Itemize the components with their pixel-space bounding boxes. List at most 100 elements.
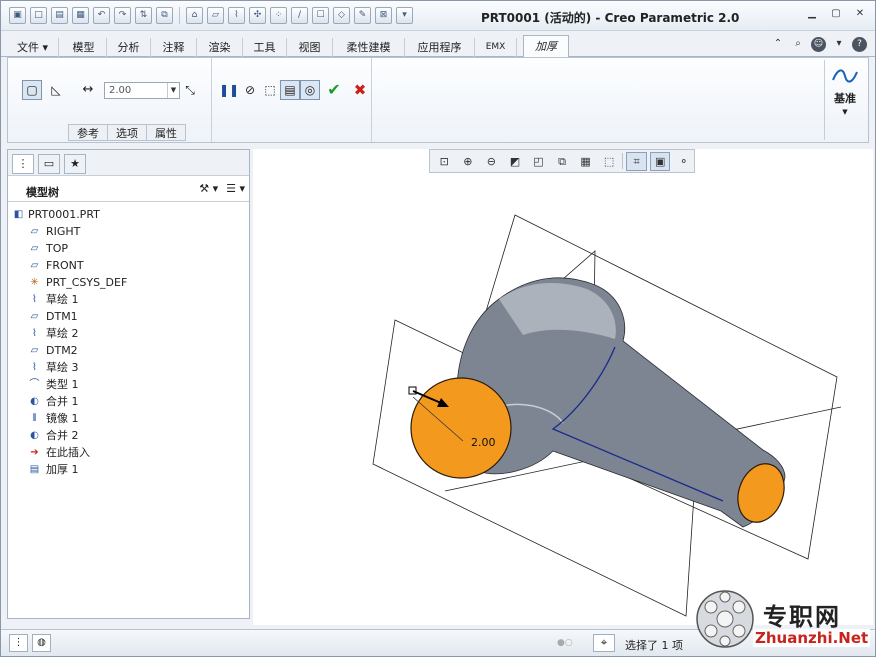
tab-render[interactable]: 渲染 — [197, 38, 243, 57]
sketch-tool-icon[interactable]: ⌇ — [228, 7, 245, 24]
view-manager-icon[interactable]: ▦ — [575, 152, 596, 171]
thickness-dimension-label[interactable]: 2.00 — [471, 436, 496, 449]
tree-item-style-1[interactable]: ⌒ 类型 1 — [8, 376, 249, 393]
tab-view[interactable]: 视图 — [287, 38, 333, 57]
display-style-icon[interactable]: ◰ — [528, 152, 549, 171]
redo-icon[interactable]: ↷ — [114, 7, 131, 24]
tree-item-sketch-3[interactable]: ⌇ 草绘 3 — [8, 359, 249, 376]
annotation-display-icon[interactable]: ▣ — [649, 151, 671, 171]
tree-item-sketch-1[interactable]: ⌇ 草绘 1 — [8, 291, 249, 308]
favorites-tab-icon[interactable]: ★ — [64, 154, 86, 174]
tree-item-csys[interactable]: ✳ PRT_CSYS_DEF — [8, 274, 249, 291]
perspective-icon[interactable]: ⬚ — [599, 152, 620, 171]
tree-item-mirror-1[interactable]: ⫴ 镜像 1 — [8, 410, 249, 427]
open-file-icon[interactable]: ▤ — [51, 7, 68, 24]
saved-views-icon[interactable]: ⧉ — [552, 152, 573, 171]
watermark-ball-logo — [696, 590, 754, 648]
tab-thicken[interactable]: 加厚 — [523, 35, 569, 58]
ok-checkmark-icon[interactable]: ✔ — [324, 80, 344, 100]
shape-tool-icon[interactable]: ◇ — [333, 7, 350, 24]
tree-item-dtm1[interactable]: ▱ DTM1 — [8, 308, 249, 325]
remove-material-icon[interactable]: ◺ — [46, 80, 66, 100]
box-tool-icon[interactable]: ☐ — [312, 7, 329, 24]
subtab-references[interactable]: 参考 — [68, 124, 107, 141]
tree-item-thicken-1[interactable]: ▤ 加厚 1 — [8, 461, 249, 478]
save-icon[interactable]: ▦ — [72, 7, 89, 24]
tree-item-insert-here[interactable]: ➔ 在此插入 — [8, 444, 249, 461]
graphics-window[interactable]: 2.00 — [253, 149, 873, 625]
undo-icon[interactable]: ↶ — [93, 7, 110, 24]
tab-model[interactable]: 模型 — [61, 38, 107, 57]
minimize-icon[interactable]: ▁ — [805, 7, 819, 20]
tab-file[interactable]: 文件 ▾ — [7, 38, 59, 57]
flip-direction-icon[interactable]: ⤡ — [180, 80, 200, 100]
show-navigator-icon[interactable]: ⋮ — [9, 634, 28, 652]
tree-item-part[interactable]: ◧ PRT0001.PRT — [8, 206, 249, 223]
datum-label: 基准 — [834, 92, 856, 105]
no-preview-icon[interactable]: ⊘ — [240, 80, 260, 100]
model-viewport[interactable]: 2.00 — [253, 149, 873, 625]
datum-plane-icon: ▱ — [30, 243, 39, 254]
find-binoculars-icon[interactable]: ⌖ — [593, 634, 615, 652]
tree-item-right[interactable]: ▱ RIGHT — [8, 223, 249, 240]
datum-group[interactable]: 基准 ▼ — [824, 60, 864, 140]
thickness-dropdown-icon[interactable]: ▼ — [167, 83, 179, 98]
collapse-ribbon-icon[interactable]: ⌃ — [771, 37, 785, 50]
tree-item-sketch-2[interactable]: ⌇ 草绘 2 — [8, 325, 249, 342]
repaint-icon[interactable]: ◩ — [505, 152, 526, 171]
tab-emx[interactable]: EMX — [475, 38, 517, 57]
cancel-x-icon[interactable]: ✖ — [350, 80, 370, 100]
connected-preview-icon[interactable]: ▤ — [280, 80, 300, 100]
subtab-options[interactable]: 选项 — [107, 124, 146, 141]
new-file-icon[interactable]: □ — [30, 7, 47, 24]
pause-icon[interactable]: ❚❚ — [218, 80, 239, 100]
navigator-panel: ⋮ ▭ ★ 模型树 ⚒ ▾ ☰ ▾ ◧ PRT0001.PRT ▱ RIGHT ▱ T… — [7, 149, 250, 619]
solid-thicken-icon[interactable]: ▢ — [22, 80, 42, 100]
app-logo-icon[interactable]: ▣ — [9, 7, 26, 24]
mirror-icon: ⫴ — [32, 413, 37, 424]
csys-tool-icon[interactable]: ✣ — [249, 7, 266, 24]
search-icon[interactable]: ⌕ — [791, 37, 805, 50]
model-tree-tab-icon[interactable]: ⋮ — [12, 154, 34, 174]
close-icon[interactable]: ✕ — [853, 7, 867, 20]
separate-preview-icon[interactable]: ⬚ — [260, 80, 280, 100]
tab-analysis[interactable]: 分析 — [107, 38, 151, 57]
browser-icon[interactable]: ◍ — [32, 634, 51, 652]
verify-preview-icon[interactable]: ◎ — [300, 80, 320, 100]
quick-access-toolbar: ▣ □ ▤ ▦ ↶ ↷ ⇅ ⧉ ⌂ ▱ ⌇ ✣ ⁘ ∕ ☐ ◇ ✎ ⊠ ▾ — [9, 7, 413, 24]
folder-browser-tab-icon[interactable]: ▭ — [38, 154, 60, 174]
refit-icon[interactable]: ⊡ — [434, 152, 455, 171]
thickness-input[interactable]: 2.00 ▼ — [104, 82, 180, 99]
point-tool-icon[interactable]: ⁘ — [270, 7, 287, 24]
tree-settings-icon[interactable]: ⚒ ▾ — [199, 182, 218, 195]
tab-applications[interactable]: 应用程序 — [405, 38, 475, 57]
tree-item-merge-1[interactable]: ◐ 合并 1 — [8, 393, 249, 410]
zoom-in-icon[interactable]: ⊕ — [458, 152, 479, 171]
datum-dropdown-icon[interactable]: ▼ — [825, 108, 865, 116]
tree-item-front[interactable]: ▱ FRONT — [8, 257, 249, 274]
chevron-down-icon[interactable]: ▾ — [832, 37, 846, 50]
customize-dropdown-icon[interactable]: ▾ — [396, 7, 413, 24]
zoom-out-icon[interactable]: ⊖ — [481, 152, 502, 171]
plane-icon[interactable]: ▱ — [207, 7, 224, 24]
tree-item-merge-2[interactable]: ◐ 合并 2 — [8, 427, 249, 444]
datum-display-icon[interactable]: ⌗ — [626, 151, 647, 171]
tabs-right-tools: ⌃ ⌕ ☺ ▾ ? — [771, 37, 867, 52]
tree-item-top[interactable]: ▱ TOP — [8, 240, 249, 257]
axis-tool-icon[interactable]: ∕ — [291, 7, 308, 24]
tab-flexible-modeling[interactable]: 柔性建模 — [333, 38, 405, 57]
window-icon[interactable]: ⧉ — [156, 7, 173, 24]
tab-tools[interactable]: 工具 — [243, 38, 287, 57]
subtab-properties[interactable]: 属性 — [146, 124, 186, 141]
help-icon[interactable]: ? — [852, 37, 867, 52]
regenerate-icon[interactable]: ⇅ — [135, 7, 152, 24]
tree-item-dtm2[interactable]: ▱ DTM2 — [8, 342, 249, 359]
tree-columns-icon[interactable]: ☰ ▾ — [226, 182, 245, 195]
spin-center-icon[interactable]: ⚬ — [673, 152, 694, 171]
maximize-icon[interactable]: ▢ — [829, 7, 843, 20]
community-icon[interactable]: ☺ — [811, 37, 826, 52]
close-window-icon[interactable]: ⊠ — [375, 7, 392, 24]
style-tool-icon[interactable]: ✎ — [354, 7, 371, 24]
tab-annotate[interactable]: 注释 — [151, 38, 197, 57]
folder-icon[interactable]: ⌂ — [186, 7, 203, 24]
